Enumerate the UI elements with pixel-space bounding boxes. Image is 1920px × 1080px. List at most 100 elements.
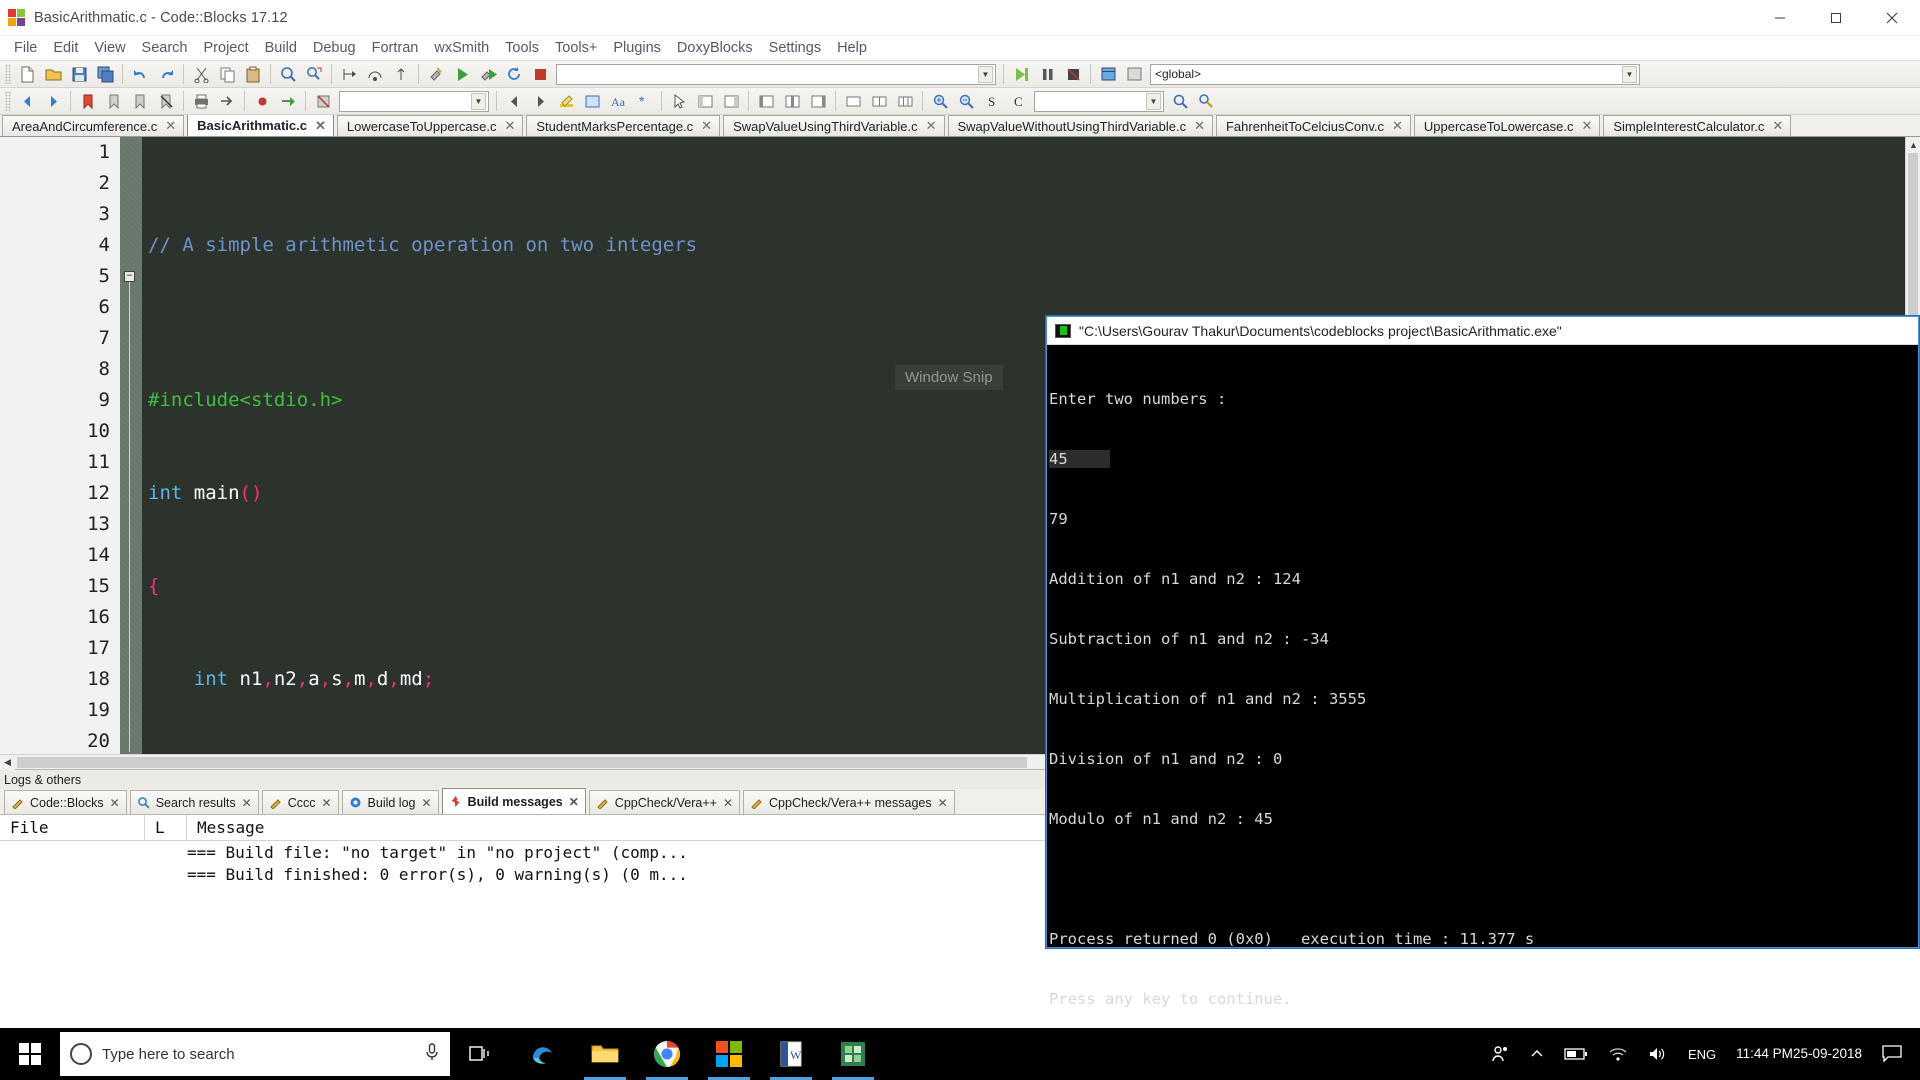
column-header-line[interactable]: L: [145, 815, 187, 840]
debug-pause-icon[interactable]: [1035, 63, 1059, 86]
step-into-icon[interactable]: [337, 63, 361, 86]
toolbar-grip[interactable]: [5, 64, 11, 84]
goto-icon[interactable]: [215, 90, 239, 113]
log-tab-codeblocks[interactable]: Code::Blocks ✕: [4, 790, 127, 814]
close-icon[interactable]: ✕: [242, 796, 252, 810]
close-icon[interactable]: ✕: [1772, 118, 1783, 134]
next-doc-icon[interactable]: [528, 90, 552, 113]
battery-icon[interactable]: [1554, 1028, 1598, 1080]
chevron-down-icon[interactable]: ▼: [1146, 93, 1161, 110]
log-tab-search-results[interactable]: Search results ✕: [130, 790, 259, 814]
build-icon[interactable]: [424, 63, 448, 86]
file-tab-studentmarkspercentage[interactable]: StudentMarksPercentage.c ✕: [526, 115, 720, 136]
windows-start-icon[interactable]: [0, 1028, 60, 1080]
zoom-out-icon[interactable]: [954, 90, 978, 113]
file-tab-areaandcircumference[interactable]: AreaAndCircumference.c ✕: [2, 115, 184, 136]
chevron-down-icon[interactable]: ▼: [1622, 66, 1637, 83]
minimize-icon[interactable]: [1752, 0, 1808, 35]
wrap-icon[interactable]: [580, 90, 604, 113]
menu-item-build[interactable]: Build: [257, 39, 305, 57]
close-icon[interactable]: ✕: [1392, 118, 1403, 134]
menu-item-debug[interactable]: Debug: [305, 39, 364, 57]
menu-item-tools[interactable]: Tools: [497, 39, 547, 57]
close-icon[interactable]: ✕: [569, 795, 579, 809]
file-tab-fahrenheittocelciusconv[interactable]: FahrenheitToCelciusConv.c ✕: [1216, 115, 1411, 136]
menu-item-plugins[interactable]: Plugins: [605, 39, 669, 57]
close-icon[interactable]: ✕: [321, 796, 331, 810]
chevron-down-icon[interactable]: ▼: [471, 93, 486, 110]
close-icon[interactable]: ✕: [1581, 118, 1592, 134]
chrome-icon[interactable]: [636, 1028, 698, 1080]
menu-item-project[interactable]: Project: [196, 39, 257, 57]
microphone-icon[interactable]: [424, 1042, 440, 1066]
code-folding-margin[interactable]: −: [120, 137, 142, 754]
language-indicator[interactable]: ENG: [1678, 1028, 1726, 1080]
horizontal-scroll-thumb[interactable]: [17, 757, 1027, 768]
find-input[interactable]: ▼: [1034, 91, 1164, 112]
menu-item-doxyblocks[interactable]: DoxyBlocks: [669, 39, 761, 57]
toolbar-grip[interactable]: [5, 91, 11, 111]
various-icon[interactable]: [1122, 63, 1146, 86]
show-hidden-icons-icon[interactable]: [1520, 1028, 1554, 1080]
asterisk-icon[interactable]: *: [632, 90, 656, 113]
copy-icon[interactable]: [215, 63, 239, 86]
panel-right-icon[interactable]: [719, 90, 743, 113]
clear-bookmarks-icon[interactable]: [154, 90, 178, 113]
box-2-icon[interactable]: [867, 90, 891, 113]
nav-back-icon[interactable]: [15, 90, 39, 113]
doxy-s-icon[interactable]: S: [980, 90, 1004, 113]
file-tab-swapvaluewithoutusingthirdvariable[interactable]: SwapValueWithoutUsingThirdVariable.c ✕: [948, 115, 1213, 136]
people-icon[interactable]: [1480, 1028, 1520, 1080]
menu-item-tools-plus[interactable]: Tools+: [547, 39, 605, 57]
rebuild-icon[interactable]: [502, 63, 526, 86]
menu-item-fortran[interactable]: Fortran: [364, 39, 427, 57]
column-header-file[interactable]: File: [0, 815, 145, 840]
chevron-down-icon[interactable]: ▼: [978, 66, 993, 83]
program-console-window[interactable]: "C:\Users\Gourav Thakur\Documents\codebl…: [1046, 316, 1919, 948]
cut-icon[interactable]: [189, 63, 213, 86]
file-tab-basicarithmatic[interactable]: BasicArithmatic.c ✕: [187, 115, 334, 136]
close-icon[interactable]: [1864, 0, 1920, 35]
scroll-up-icon[interactable]: ▲: [1906, 137, 1920, 152]
log-tab-build-log[interactable]: Build log ✕: [342, 790, 439, 814]
search-input[interactable]: Type here to search: [60, 1032, 450, 1076]
edge-icon[interactable]: [512, 1028, 574, 1080]
close-icon[interactable]: ✕: [421, 796, 431, 810]
nav-forward-icon[interactable]: [41, 90, 65, 113]
log-tab-build-messages[interactable]: Build messages ✕: [442, 788, 586, 814]
run-to-cursor-icon[interactable]: [276, 90, 300, 113]
align-center-icon[interactable]: [780, 90, 804, 113]
menu-item-file[interactable]: File: [6, 39, 45, 57]
close-icon[interactable]: ✕: [723, 796, 733, 810]
print-icon[interactable]: [189, 90, 213, 113]
box-3-icon[interactable]: [893, 90, 917, 113]
build-and-run-icon[interactable]: [476, 63, 500, 86]
maximize-icon[interactable]: [1808, 0, 1864, 35]
clock[interactable]: 11:44 PM 25-09-2018: [1726, 1028, 1872, 1080]
prev-bookmark-icon[interactable]: [102, 90, 126, 113]
align-left-icon[interactable]: [754, 90, 778, 113]
panel-left-icon[interactable]: [693, 90, 717, 113]
close-icon[interactable]: ✕: [938, 796, 948, 810]
find-icon[interactable]: [276, 63, 300, 86]
undo-icon[interactable]: [128, 63, 152, 86]
menu-item-search[interactable]: Search: [134, 39, 196, 57]
abort-icon[interactable]: [528, 63, 552, 86]
menu-item-help[interactable]: Help: [829, 39, 875, 57]
open-file-icon[interactable]: [41, 63, 65, 86]
step-over-icon[interactable]: [363, 63, 387, 86]
close-icon[interactable]: ✕: [701, 118, 712, 134]
next-bookmark-icon[interactable]: [128, 90, 152, 113]
codeblocks-icon[interactable]: [822, 1028, 884, 1080]
highlight-icon[interactable]: [554, 90, 578, 113]
search-options-icon[interactable]: [1194, 90, 1218, 113]
menu-item-wxsmith[interactable]: wxSmith: [426, 39, 497, 57]
file-tab-simpleinterestcalculator[interactable]: SimpleInterestCalculator.c ✕: [1603, 115, 1791, 136]
debug-stop-icon[interactable]: [1061, 63, 1085, 86]
align-right-icon[interactable]: [806, 90, 830, 113]
save-icon[interactable]: [67, 63, 91, 86]
log-tab-cppcheck-vera[interactable]: CppCheck/Vera++ ✕: [589, 790, 740, 814]
fontsize-icon[interactable]: Aa: [606, 90, 630, 113]
box-1-icon[interactable]: [841, 90, 865, 113]
redo-icon[interactable]: [154, 63, 178, 86]
